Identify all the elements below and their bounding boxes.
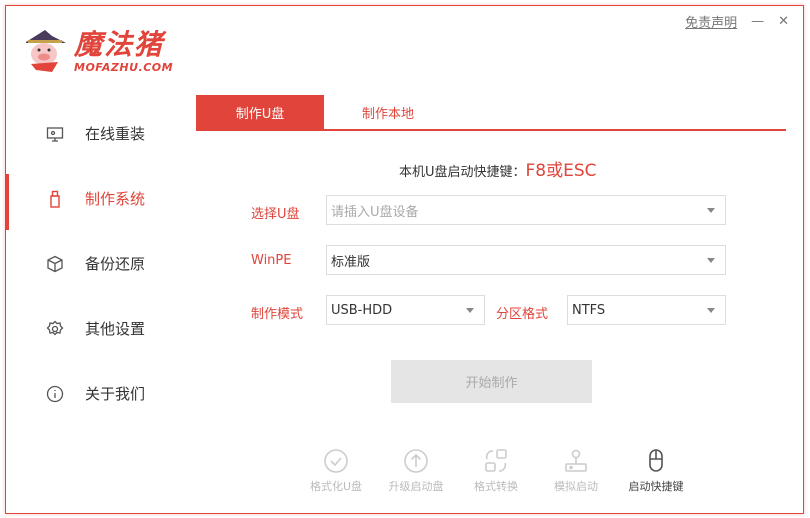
usb-icon	[50, 190, 60, 208]
winpe-value: 标准版	[331, 254, 371, 270]
sidebar-item-label: 关于我们	[85, 385, 146, 403]
partition-label: 分区格式	[496, 307, 549, 322]
usb-label: 选择U盘	[251, 207, 300, 222]
format-convert-button[interactable]: 格式转换	[456, 448, 536, 494]
monitor-icon	[46, 126, 64, 142]
sidebar-item-other-settings[interactable]: 其他设置	[6, 296, 196, 361]
mouse-icon	[649, 449, 663, 472]
mode-value: USB-HDD	[331, 302, 393, 318]
app-window: 魔法猪 MOFAZHU.COM 免责声明 — ✕ 在线重装 制作系统 备份还原 …	[5, 5, 804, 514]
sidebar-item-about-us[interactable]: 关于我们	[6, 361, 196, 426]
boot-hotkey-button[interactable]: 启动快捷键	[616, 448, 696, 494]
tool-label: 升级启动盘	[388, 480, 444, 493]
tool-label: 格式转换	[474, 480, 518, 493]
usb-select[interactable]: 请插入U盘设备	[326, 195, 726, 225]
gear-icon	[46, 320, 64, 335]
sidebar-item-backup-restore[interactable]: 备份还原	[6, 231, 196, 296]
hotkey-info: 本机U盘启动快捷键：F8或ESC	[399, 156, 597, 181]
partition-value: NTFS	[572, 302, 606, 318]
mode-select[interactable]: USB-HDD	[326, 295, 485, 325]
partition-select[interactable]: NTFS	[567, 295, 726, 325]
tab-make-local[interactable]: 制作本地	[324, 95, 452, 129]
pig-mascot-icon	[26, 30, 66, 72]
sidebar-item-make-system[interactable]: 制作系统	[6, 166, 196, 231]
tool-label: 启动快捷键	[628, 480, 684, 493]
arrow-up-circle-icon	[404, 449, 428, 473]
hotkey-label: 本机U盘启动快捷键：	[399, 165, 526, 180]
brand-name: 魔法猪	[74, 27, 165, 61]
tool-label: 模拟启动	[554, 480, 598, 493]
brand-domain: MOFAZHU.COM	[74, 60, 174, 74]
chevron-down-icon	[707, 208, 715, 213]
winpe-select[interactable]: 标准版	[326, 245, 726, 275]
sidebar-item-label: 制作系统	[85, 190, 146, 208]
minimize-button[interactable]: —	[751, 14, 764, 29]
hotkey-value: F8或ESC	[525, 161, 597, 181]
chevron-down-icon	[707, 308, 715, 313]
winpe-label: WinPE	[251, 253, 292, 268]
sidebar: 在线重装 制作系统 备份还原 其他设置 关于我们	[6, 101, 196, 426]
disclaimer-link[interactable]: 免责声明	[685, 12, 737, 31]
simulate-boot-button[interactable]: 模拟启动	[536, 448, 616, 494]
logo: 魔法猪 MOFAZHU.COM	[22, 26, 173, 76]
cube-icon	[47, 255, 63, 272]
close-button[interactable]: ✕	[778, 14, 789, 29]
check-circle-icon	[324, 449, 348, 473]
usb-placeholder: 请插入U盘设备	[331, 204, 419, 220]
info-icon	[46, 385, 64, 402]
sidebar-item-label: 在线重装	[85, 125, 146, 143]
sidebar-item-label: 其他设置	[85, 320, 146, 338]
sidebar-item-label: 备份还原	[85, 255, 146, 273]
tab-make-usb[interactable]: 制作U盘	[196, 95, 324, 129]
start-button[interactable]: 开始制作	[391, 360, 592, 403]
tab-bar: 制作U盘 制作本地	[196, 95, 786, 131]
chevron-down-icon	[707, 258, 715, 263]
format-usb-button[interactable]: 格式化U盘	[296, 448, 376, 494]
upgrade-boot-disk-button[interactable]: 升级启动盘	[376, 448, 456, 494]
sidebar-item-online-reinstall[interactable]: 在线重装	[6, 101, 196, 166]
joystick-icon	[565, 449, 587, 472]
tool-bar: 格式化U盘 升级启动盘 格式转换 模拟启动 启动快捷键	[296, 448, 696, 494]
tool-label: 格式化U盘	[309, 480, 363, 493]
mode-label: 制作模式	[251, 307, 304, 322]
chevron-down-icon	[466, 308, 474, 313]
convert-icon	[485, 449, 507, 472]
